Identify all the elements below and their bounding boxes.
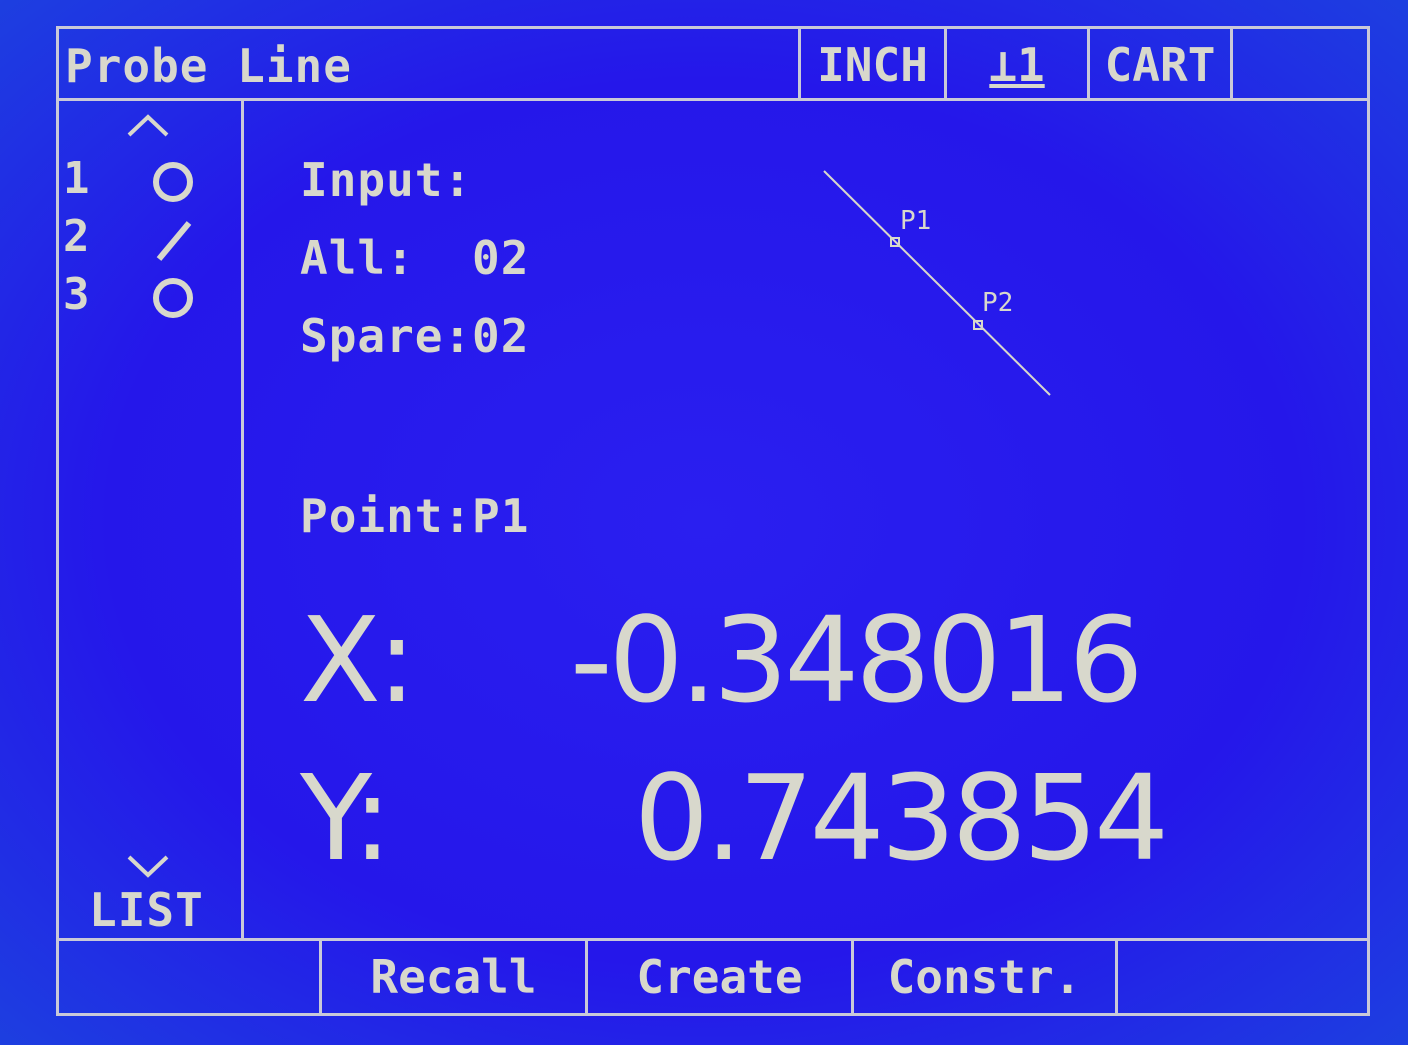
circle-icon bbox=[153, 278, 193, 318]
scroll-down-icon[interactable] bbox=[125, 853, 171, 879]
datum-indicator[interactable]: ⊥1 bbox=[944, 29, 1087, 101]
feature-list[interactable]: 1 2 3 LIST bbox=[59, 101, 244, 941]
diagram-line bbox=[823, 170, 1051, 396]
main-panel: Input: All: 02 Spare: 02 P1 P2 Point: P1… bbox=[244, 101, 1367, 941]
constr-button[interactable]: Constr. bbox=[851, 941, 1115, 1016]
line-icon bbox=[156, 221, 192, 261]
list-label: LIST bbox=[89, 883, 204, 937]
point-value: P1 bbox=[472, 489, 530, 543]
list-item[interactable]: 1 bbox=[59, 153, 239, 209]
softkey-empty[interactable] bbox=[1115, 941, 1367, 1016]
header-empty-cell bbox=[1230, 29, 1367, 101]
circle-icon bbox=[153, 162, 193, 202]
softkey-bar: Recall Create Constr. bbox=[59, 938, 1367, 1016]
x-label: X: bbox=[300, 591, 417, 729]
probe-line-diagram: P1 P2 bbox=[823, 170, 1051, 396]
list-item-index: 3 bbox=[63, 269, 90, 320]
datum-number: 1 bbox=[1017, 38, 1045, 92]
p2-label: P2 bbox=[982, 288, 1013, 318]
y-label: Y: bbox=[300, 749, 392, 887]
list-item-index: 2 bbox=[63, 211, 90, 262]
list-item[interactable]: 2 bbox=[59, 211, 239, 267]
coord-mode-indicator[interactable]: CART bbox=[1087, 29, 1230, 101]
spare-value: 02 bbox=[472, 309, 530, 363]
list-item[interactable]: 3 bbox=[59, 269, 239, 325]
point-label: Point: bbox=[300, 489, 473, 543]
scroll-up-icon[interactable] bbox=[125, 113, 171, 139]
lcd-screen: Probe Line INCH ⊥1 CART 1 2 3 LIST Input… bbox=[56, 26, 1370, 1016]
all-value: 02 bbox=[472, 231, 530, 285]
x-value: -0.348016 bbox=[570, 591, 1144, 729]
datum-icon: ⊥ bbox=[989, 38, 1017, 92]
header-bar: Probe Line INCH ⊥1 CART bbox=[59, 29, 1367, 101]
page-title: Probe Line bbox=[65, 39, 352, 93]
list-item-index: 1 bbox=[63, 153, 90, 204]
spare-label: Spare: bbox=[300, 309, 473, 363]
p1-label: P1 bbox=[900, 206, 931, 236]
y-value: 0.743854 bbox=[634, 749, 1169, 887]
create-button[interactable]: Create bbox=[585, 941, 851, 1016]
input-label: Input: bbox=[300, 153, 473, 207]
recall-button[interactable]: Recall bbox=[319, 941, 585, 1016]
all-label: All: bbox=[300, 231, 415, 285]
unit-indicator[interactable]: INCH bbox=[798, 29, 944, 101]
